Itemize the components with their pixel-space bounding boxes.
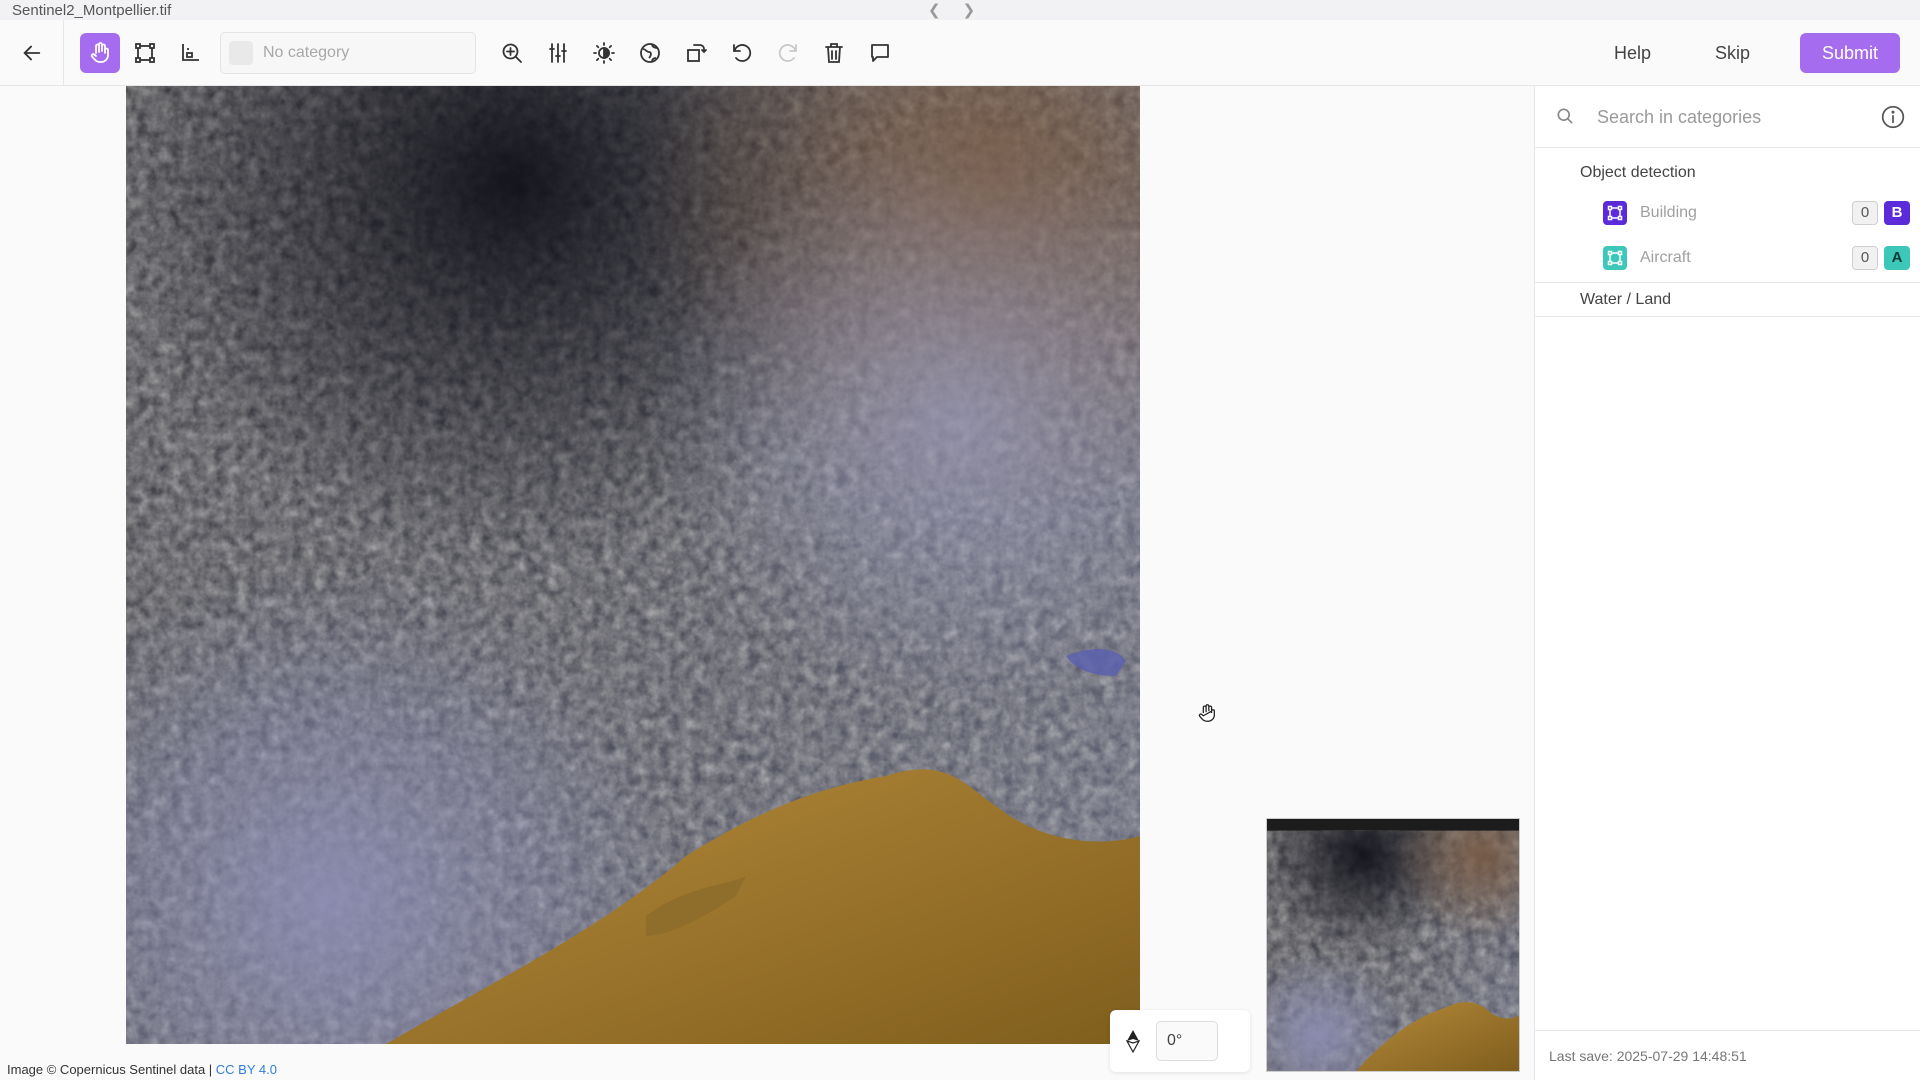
minimap-render — [1267, 819, 1519, 1071]
file-title: Sentinel2_Montpellier.tif — [12, 1, 172, 19]
toolbar: No category Help Skip Submit — [0, 19, 1920, 86]
rotation-input[interactable]: 0° — [1156, 1021, 1218, 1061]
undo-icon — [733, 43, 752, 62]
category-label: Building — [1640, 203, 1697, 221]
category-select-label: No category — [263, 43, 350, 61]
compass-icon[interactable] — [1110, 1029, 1156, 1053]
bbox-icon — [1603, 200, 1627, 225]
bounding-box-tool-button[interactable] — [125, 33, 165, 73]
image-attribution: Image © Copernicus Sentinel data | CC BY… — [7, 1062, 277, 1077]
adjust-button[interactable] — [538, 33, 578, 73]
comment-button[interactable] — [860, 33, 900, 73]
trash-icon — [825, 42, 843, 63]
last-save-status: Last save: 2025-07-29 14:48:51 — [1535, 1030, 1920, 1080]
polygon-tool-icon — [182, 43, 199, 61]
category-select[interactable]: No category — [220, 31, 476, 74]
category-search — [1535, 86, 1920, 148]
redo-button[interactable] — [768, 33, 808, 73]
license-link[interactable]: CC BY 4.0 — [216, 1062, 277, 1077]
globe-icon — [640, 42, 660, 63]
polygon-tool-button[interactable] — [170, 33, 210, 73]
minimap[interactable] — [1266, 818, 1520, 1072]
categories-sidebar: Object detection Building 0 B Aircraft 0… — [1534, 86, 1920, 1080]
rotate-image-button[interactable] — [676, 33, 716, 73]
attribution-text: Image © Copernicus Sentinel data | — [7, 1062, 216, 1077]
image-navigation: ❮ ❯ — [928, 0, 975, 20]
back-button[interactable] — [0, 19, 64, 86]
comment-icon — [871, 43, 889, 62]
satellite-image-render — [126, 86, 1140, 1044]
category-group-object-detection[interactable]: Object detection — [1535, 156, 1920, 190]
sliders-icon — [549, 42, 567, 63]
annotation-count: 0 — [1852, 200, 1878, 225]
annotation-count: 0 — [1852, 245, 1878, 270]
bbox-icon — [135, 42, 155, 63]
action-buttons: Help Skip Submit — [1600, 33, 1900, 73]
category-item-building[interactable]: Building 0 B — [1535, 190, 1920, 235]
category-item-aircraft[interactable]: Aircraft 0 A — [1535, 235, 1920, 280]
category-color-swatch — [229, 40, 253, 65]
arrow-left-icon — [22, 45, 40, 60]
globe-button[interactable] — [630, 33, 670, 73]
zoom-button[interactable] — [492, 33, 532, 73]
submit-button[interactable]: Submit — [1800, 33, 1900, 73]
annotation-canvas[interactable]: 0° — [0, 86, 1534, 1080]
redo-icon — [778, 43, 797, 62]
next-image-icon[interactable]: ❯ — [963, 1, 976, 19]
shortcut-key-badge: B — [1884, 200, 1910, 225]
window-title-bar: Sentinel2_Montpellier.tif ❮ ❯ — [0, 0, 1920, 20]
category-label: Aircraft — [1640, 248, 1691, 266]
brightness-icon — [593, 41, 615, 64]
rotate-rectangle-icon — [687, 43, 707, 62]
bbox-icon — [1603, 245, 1627, 270]
delete-button[interactable] — [814, 33, 854, 73]
hand-icon — [90, 41, 109, 63]
satellite-image[interactable] — [126, 86, 1140, 1044]
rotation-control: 0° — [1110, 1010, 1250, 1072]
zoom-in-icon — [502, 43, 522, 63]
view-tools — [486, 33, 900, 73]
category-search-input[interactable] — [1595, 100, 1855, 134]
pan-tool-button[interactable] — [80, 32, 120, 73]
search-icon — [1557, 108, 1573, 124]
skip-button[interactable]: Skip — [1701, 35, 1764, 72]
hand-cursor-icon — [1198, 704, 1215, 722]
previous-image-icon[interactable]: ❮ — [928, 1, 941, 19]
category-group-water-land[interactable]: Water / Land — [1535, 283, 1920, 317]
shortcut-key-badge: A — [1884, 245, 1910, 270]
undo-button[interactable] — [722, 33, 762, 73]
brightness-button[interactable] — [584, 33, 624, 73]
info-icon[interactable] — [1880, 104, 1906, 130]
help-button[interactable]: Help — [1600, 35, 1665, 72]
